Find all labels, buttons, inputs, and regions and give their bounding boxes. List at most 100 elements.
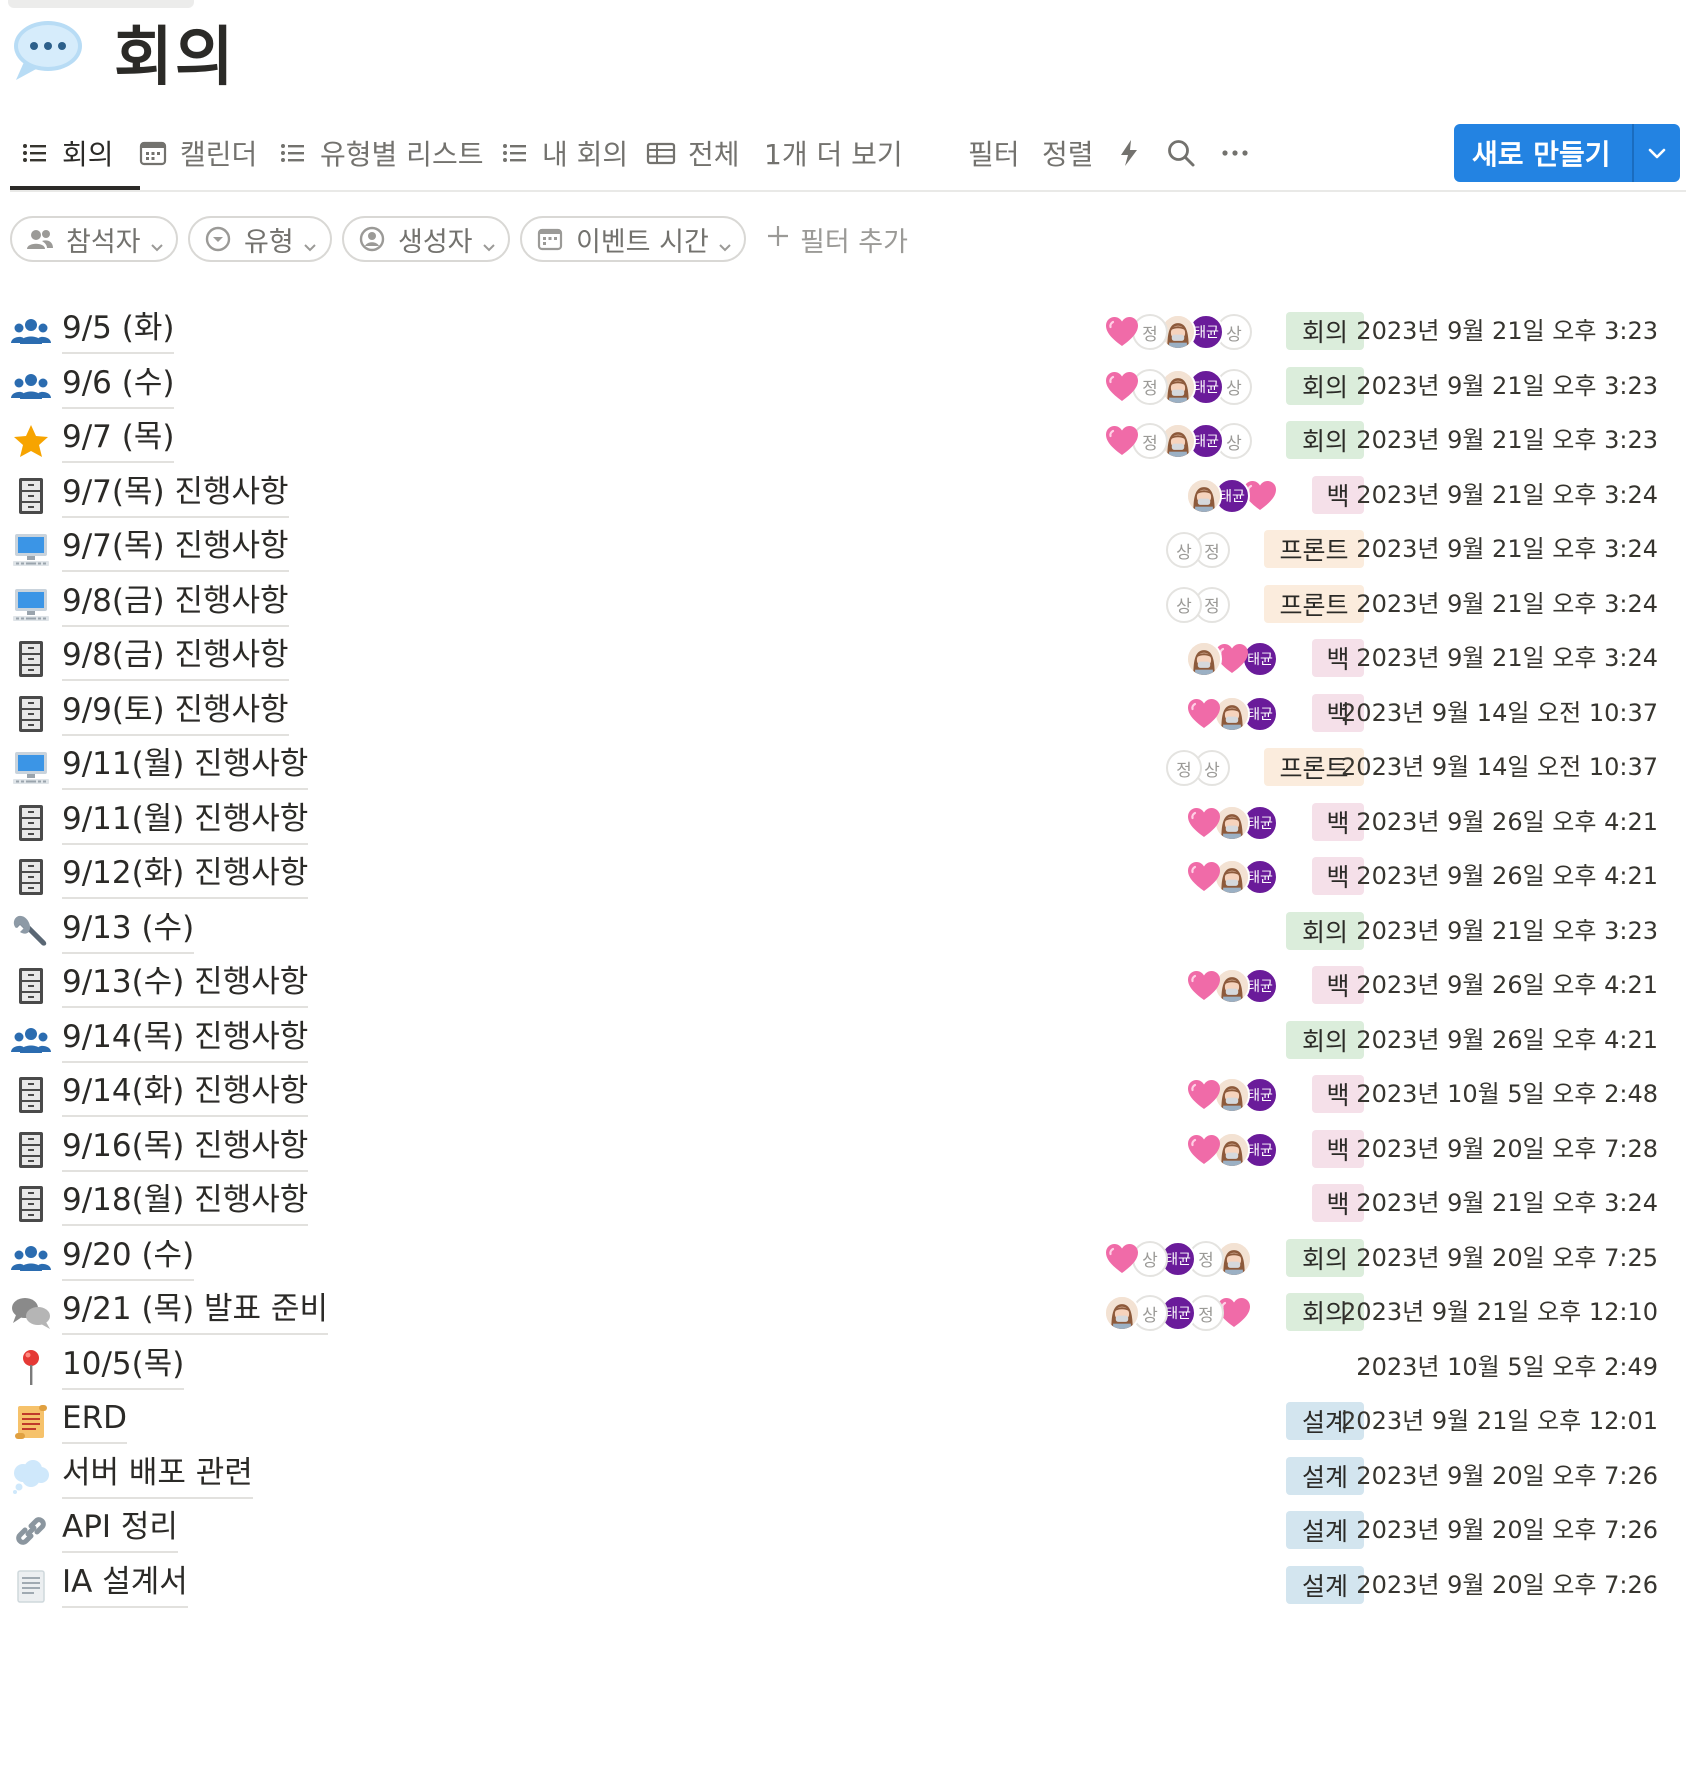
row-title[interactable]: ERD [62, 1396, 127, 1444]
attendee-avatars[interactable]: 태균 [1186, 804, 1278, 841]
scroll-icon[interactable] [10, 1402, 52, 1442]
add-filter-button[interactable]: 필터 추가 [766, 216, 908, 262]
row-title[interactable]: 9/7 (목) [62, 415, 175, 463]
file-cabinet-icon[interactable] [10, 1130, 52, 1170]
row-title[interactable]: 10/5(목) [62, 1342, 185, 1390]
table-row[interactable]: 9/13(수) 진행사항 백 태균 2023년 9월 26일 오후 4:21 [0, 954, 1696, 1016]
tab-meetings[interactable]: 회의 [20, 118, 114, 188]
attendee-avatars[interactable]: 태균 [1186, 1077, 1278, 1113]
row-title[interactable]: IA 설계서 [62, 1560, 188, 1608]
tab-all[interactable]: 전체 [646, 118, 740, 188]
table-row[interactable]: 9/7(목) 진행사항 프론트 정 상 2023년 9월 21일 오후 3:24 [0, 518, 1696, 580]
attendee-avatars[interactable]: 태균 [1186, 859, 1278, 895]
filter-type[interactable]: 유형 [188, 216, 332, 262]
type-tag[interactable]: 설계 [1286, 1565, 1364, 1604]
file-cabinet-icon[interactable] [10, 803, 52, 843]
table-row[interactable]: 9/14(목) 진행사항 회의 2023년 9월 26일 오후 4:21 [0, 1009, 1696, 1071]
row-title[interactable]: 9/14(화) 진행사항 [62, 1069, 309, 1117]
row-title[interactable]: 9/7(목) 진행사항 [62, 524, 289, 572]
attendee-avatars[interactable]: 태균 [1186, 477, 1278, 514]
table-row[interactable]: 9/12(화) 진행사항 백 태균 2023년 9월 26일 오후 4:21 [0, 845, 1696, 907]
attendee-avatars[interactable]: 상 태균 정 [1104, 423, 1252, 459]
computer-icon[interactable] [10, 585, 52, 625]
page-icon[interactable] [10, 1566, 52, 1606]
table-row[interactable]: 9/7 (목) 회의 상 태균 정 2023년 9월 21일 오후 3:23 [0, 409, 1696, 471]
tab-by-type[interactable]: 유형별 리스트 [278, 118, 483, 188]
table-row[interactable]: 9/11(월) 진행사항 프론트 상 정 2023년 9월 14일 오전 10:37 [0, 736, 1696, 798]
table-row[interactable]: 9/9(토) 진행사항 백 태균 2023년 9월 14일 오전 10:37 [0, 682, 1696, 744]
type-tag[interactable]: 회의 [1286, 1020, 1364, 1059]
tab-more[interactable]: 1개 더 보기 [764, 118, 903, 188]
file-cabinet-icon[interactable] [10, 1184, 52, 1224]
type-tag[interactable]: 회의 [1286, 911, 1364, 950]
row-title[interactable]: 9/16(목) 진행사항 [62, 1124, 309, 1172]
people-icon[interactable] [10, 1239, 52, 1279]
tab-calendar[interactable]: 캘린더 [138, 118, 257, 188]
row-title[interactable]: 9/5 (화) [62, 306, 175, 354]
search-icon[interactable] [1166, 118, 1196, 188]
attendee-avatars[interactable]: 정상 [1166, 586, 1230, 623]
pushpin-icon[interactable] [10, 1348, 52, 1388]
thought-bubble-icon[interactable] [10, 1457, 52, 1497]
attendee-avatars[interactable]: 정상 [1166, 532, 1230, 568]
row-title[interactable]: 서버 배포 관련 [62, 1451, 253, 1499]
type-tag[interactable]: 설계 [1286, 1456, 1364, 1495]
row-title[interactable]: 9/9(토) 진행사항 [62, 688, 289, 736]
table-row[interactable]: 9/20 (수) 회의 정 태균 상 2023년 9월 20일 오후 7:25 [0, 1227, 1696, 1289]
table-row[interactable]: 9/21 (목) 발표 준비 회의 정 태균 상 2023년 9월 21일 오후 12:1… [0, 1281, 1696, 1343]
attendee-avatars[interactable]: 태균 [1186, 968, 1278, 1004]
file-cabinet-icon[interactable] [10, 694, 52, 734]
table-row[interactable]: 9/7(목) 진행사항 백 태균 2023년 9월 21일 오후 3:24 [0, 464, 1696, 526]
lightning-icon[interactable] [1116, 118, 1142, 188]
more-icon[interactable] [1220, 118, 1250, 188]
filter-creator[interactable]: 생성자 [342, 216, 510, 262]
row-title[interactable]: 9/6 (수) [62, 361, 175, 409]
attendee-avatars[interactable]: 태균 [1186, 1131, 1278, 1168]
speech-balloon-icon[interactable] [10, 18, 86, 86]
row-title[interactable]: 9/12(화) 진행사항 [62, 851, 309, 899]
table-row[interactable]: ERD 설계 2023년 9월 21일 오후 12:01 [0, 1390, 1696, 1452]
page-title[interactable]: 회의 [114, 6, 236, 98]
row-title[interactable]: 9/14(목) 진행사항 [62, 1015, 309, 1063]
row-title[interactable]: 9/8(금) 진행사항 [62, 633, 289, 681]
new-button[interactable]: 새로 만들기 [1454, 124, 1680, 182]
type-tag[interactable]: 회의 [1286, 366, 1364, 405]
file-cabinet-icon[interactable] [10, 966, 52, 1006]
chevron-down-icon[interactable] [1634, 142, 1680, 164]
sort-button[interactable]: 정렬 [1042, 118, 1094, 188]
table-row[interactable]: 9/11(월) 진행사항 백 태균 2023년 9월 26일 오후 4:21 [0, 791, 1696, 853]
attendee-avatars[interactable]: 태균 [1186, 695, 1278, 732]
type-tag[interactable]: 설계 [1286, 1511, 1364, 1549]
table-row[interactable]: 9/6 (수) 회의 상 태균 정 2023년 9월 21일 오후 3:23 [0, 355, 1696, 417]
filter-event-time[interactable]: 이벤트 시간 [520, 216, 746, 262]
speech-bubbles-icon[interactable] [10, 1293, 52, 1333]
people-icon[interactable] [10, 1021, 52, 1061]
type-tag[interactable]: 회의 [1286, 1238, 1364, 1277]
file-cabinet-icon[interactable] [10, 1075, 52, 1115]
row-title[interactable]: 9/13 (수) [62, 906, 195, 954]
row-title[interactable]: 9/8(금) 진행사항 [62, 579, 289, 627]
table-row[interactable]: 9/16(목) 진행사항 백 태균 2023년 9월 20일 오후 7:28 [0, 1118, 1696, 1180]
table-row[interactable]: API 정리 설계 2023년 9월 20일 오후 7:26 [0, 1499, 1696, 1561]
row-title[interactable]: 9/11(월) 진행사항 [62, 742, 309, 790]
file-cabinet-icon[interactable] [10, 857, 52, 897]
table-row[interactable]: 9/13 (수) 회의 2023년 9월 21일 오후 3:23 [0, 900, 1696, 962]
file-cabinet-icon[interactable] [10, 639, 52, 679]
filter-button[interactable]: 필터 [968, 118, 1020, 188]
people-icon[interactable] [10, 367, 52, 407]
row-title[interactable]: 9/11(월) 진행사항 [62, 797, 309, 845]
filter-attendees[interactable]: 참석자 [10, 216, 178, 262]
row-title[interactable]: 9/7(목) 진행사항 [62, 470, 289, 518]
wrench-icon[interactable] [10, 912, 52, 952]
computer-icon[interactable] [10, 530, 52, 570]
file-cabinet-icon[interactable] [10, 476, 52, 516]
row-title[interactable]: API 정리 [62, 1505, 178, 1553]
row-title[interactable]: 9/20 (수) [62, 1233, 195, 1281]
tab-my-meetings[interactable]: 내 회의 [500, 118, 628, 188]
table-row[interactable]: 서버 배포 관련 설계 2023년 9월 20일 오후 7:26 [0, 1445, 1696, 1507]
link-icon[interactable] [10, 1511, 52, 1551]
attendee-avatars[interactable]: 정 태균 상 [1104, 1295, 1252, 1331]
type-tag[interactable]: 프론트 [1264, 584, 1364, 623]
attendee-avatars[interactable]: 상 태균 정 [1104, 368, 1252, 405]
type-tag[interactable]: 회의 [1286, 421, 1364, 459]
